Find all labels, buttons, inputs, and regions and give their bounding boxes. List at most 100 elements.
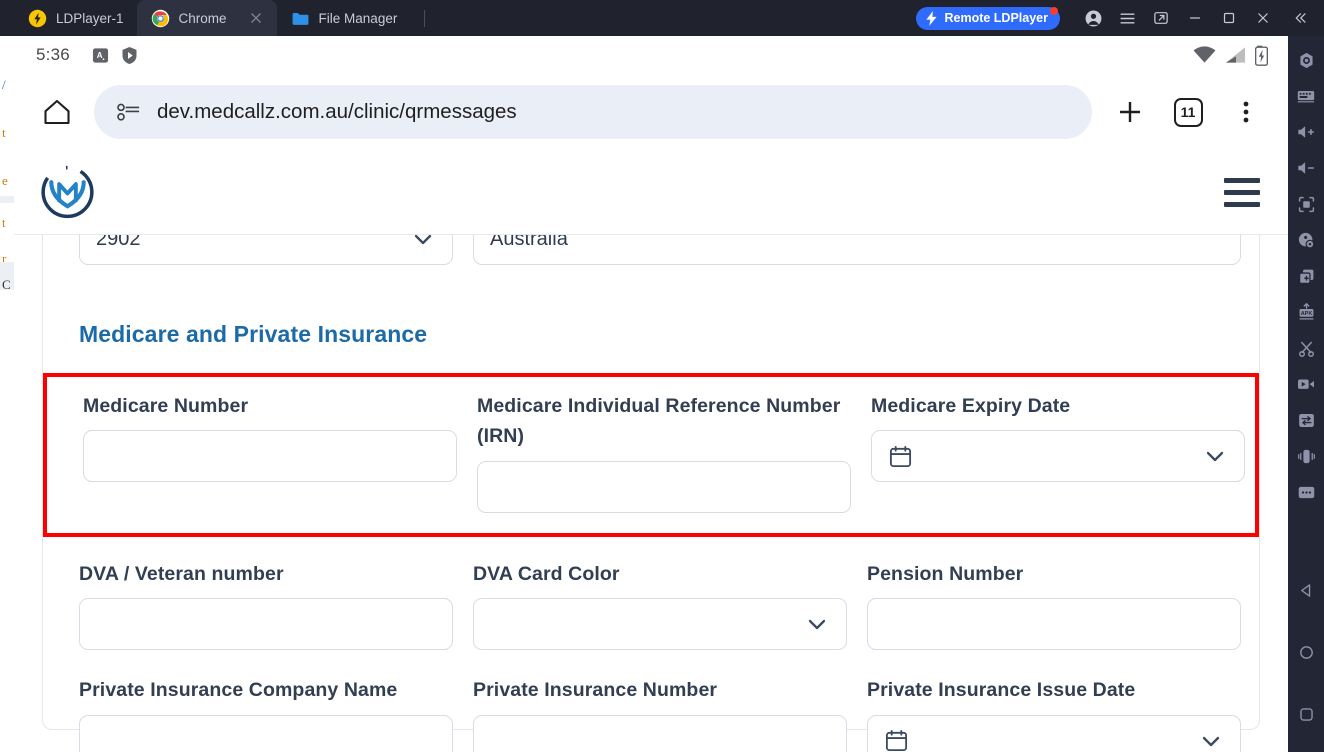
screenshot-button[interactable]	[1288, 186, 1324, 222]
tab-file-manager[interactable]: File Manager	[277, 0, 411, 36]
field-dva-veteran-number: DVA / Veteran number	[79, 559, 453, 651]
remote-ldplayer-button[interactable]: Remote LDPlayer	[916, 6, 1060, 30]
plus-icon	[1120, 102, 1140, 122]
close-icon	[1258, 13, 1268, 23]
nav-back-button[interactable]	[1288, 572, 1324, 608]
close-window-button[interactable]	[1246, 0, 1280, 36]
site-header	[14, 150, 1288, 235]
ldplayer-window: LDPlayer-1 Chrome File Manager Remote LD…	[14, 0, 1324, 752]
home-button[interactable]	[36, 91, 78, 133]
nav-home-button[interactable]	[1288, 634, 1324, 670]
tab-label: File Manager	[318, 10, 398, 26]
background-text-line: e	[2, 173, 8, 188]
background-text-line: /	[2, 77, 6, 92]
notification-dot	[1050, 6, 1058, 15]
macro-button[interactable]	[1288, 222, 1324, 258]
chrome-toolbar: dev.medcallz.com.au/clinic/qrmessages 11	[14, 74, 1288, 150]
label-private-insurance-company-name: Private Insurance Company Name	[79, 679, 398, 702]
tab-chrome[interactable]: Chrome	[136, 0, 277, 36]
field-medicare-expiry-date: Medicare Expiry Date	[871, 391, 1245, 513]
window-controls: Remote LDPlayer	[916, 0, 1324, 36]
private-insurance-company-name-input[interactable]	[79, 714, 453, 752]
emulator-sidebar: APK	[1288, 36, 1324, 752]
more-vertical-icon	[1243, 101, 1249, 123]
shake-button[interactable]	[1288, 438, 1324, 474]
field-private-insurance-number: Private Insurance Number	[473, 675, 847, 752]
maximize-button[interactable]	[1212, 0, 1246, 36]
site-logo[interactable]	[40, 164, 95, 220]
dva-veteran-number-input[interactable]	[79, 598, 453, 651]
account-button[interactable]	[1076, 0, 1110, 36]
bolt-icon	[926, 10, 938, 26]
label-dva-card-color: DVA Card Color	[473, 562, 620, 585]
field-private-insurance-company-name: Private Insurance Company Name	[79, 675, 453, 752]
chevron-down-icon[interactable]	[1202, 443, 1228, 469]
settings-button[interactable]	[1288, 42, 1324, 78]
svg-text:A: A	[97, 50, 103, 59]
more-button[interactable]	[1288, 474, 1324, 510]
postcode-select[interactable]: 2902	[79, 235, 453, 265]
popout-button[interactable]	[1144, 0, 1178, 36]
omnibox[interactable]: dev.medcallz.com.au/clinic/qrmessages	[94, 85, 1092, 139]
volume-down-button[interactable]	[1288, 150, 1324, 186]
nav-recents-button[interactable]	[1288, 696, 1324, 732]
medicare-expiry-date-input[interactable]	[871, 430, 1245, 483]
medicare-number-input[interactable]	[83, 430, 457, 483]
home-icon	[44, 99, 70, 125]
volume-up-button[interactable]	[1288, 114, 1324, 150]
chrome-menu-button[interactable]	[1218, 84, 1274, 140]
collapse-button[interactable]	[1280, 0, 1320, 36]
private-insurance-number-input[interactable]	[473, 714, 847, 752]
keyboard-icon	[1297, 91, 1315, 103]
private-insurance-issue-date-input[interactable]	[867, 714, 1241, 752]
video-record-icon	[1298, 379, 1314, 389]
folder-icon	[292, 12, 308, 25]
private-insurance-row: Private Insurance Company Name Private I…	[79, 675, 1241, 752]
tab-count: 11	[1173, 97, 1203, 127]
video-record-button[interactable]	[1288, 366, 1324, 402]
macro-icon	[1298, 232, 1314, 249]
android-screen: 5:36 A dev.medcallz.com.au/clinic/qrmess…	[14, 36, 1288, 752]
label-private-insurance-issue-date: Private Insurance Issue Date	[867, 679, 1136, 702]
highlight-box: Medicare Number Medicare Individual Refe…	[43, 373, 1259, 537]
keyboard-button[interactable]	[1288, 78, 1324, 114]
field-dva-card-color: DVA Card Color	[473, 559, 847, 651]
scissors-button[interactable]	[1288, 330, 1324, 366]
medicare-irn-input[interactable]	[477, 460, 851, 513]
minimize-button[interactable]	[1178, 0, 1212, 36]
collapse-icon	[1295, 13, 1306, 23]
ldplayer-icon	[28, 9, 47, 27]
remote-badge-label: Remote LDPlayer	[944, 11, 1048, 25]
close-icon[interactable]	[248, 10, 264, 26]
multi-instance-button[interactable]	[1288, 258, 1324, 294]
section-title-medicare: Medicare and Private Insurance	[79, 321, 428, 347]
label-private-insurance-number: Private Insurance Number	[473, 679, 718, 702]
chevron-down-icon[interactable]	[804, 611, 830, 637]
signal-icon	[1225, 47, 1246, 63]
hamburger-menu-icon[interactable]	[1224, 177, 1260, 207]
label-medicare-expiry-date: Medicare Expiry Date	[871, 395, 1071, 417]
shake-icon	[1297, 449, 1315, 463]
menu-button[interactable]	[1110, 0, 1144, 36]
install-apk-icon: APK	[1299, 303, 1313, 320]
chevron-down-icon[interactable]	[1198, 728, 1224, 752]
new-tab-button[interactable]	[1102, 84, 1158, 140]
label-pension-number: Pension Number	[867, 562, 1024, 585]
tab-ldplayer-1[interactable]: LDPlayer-1	[14, 0, 137, 36]
file-transfer-button[interactable]	[1288, 402, 1324, 438]
url-text[interactable]: dev.medcallz.com.au/clinic/qrmessages	[157, 100, 517, 124]
wifi-icon	[1193, 46, 1216, 63]
background-text-line: t	[2, 215, 6, 230]
maximize-icon	[1223, 12, 1235, 24]
scissors-icon	[1298, 341, 1314, 357]
tab-label: LDPlayer-1	[56, 10, 124, 26]
status-right-icons	[1193, 45, 1272, 66]
dva-card-color-select[interactable]	[473, 598, 847, 651]
tab-switcher-button[interactable]: 11	[1160, 84, 1216, 140]
android-status-bar: 5:36 A	[14, 36, 1288, 74]
site-settings-icon[interactable]	[116, 101, 141, 123]
install-apk-button[interactable]: APK	[1288, 294, 1324, 330]
pension-number-input[interactable]	[867, 598, 1241, 651]
dva-row: DVA / Veteran number DVA Card Color Pens…	[79, 559, 1241, 651]
country-input[interactable]: Australia	[473, 235, 1241, 265]
